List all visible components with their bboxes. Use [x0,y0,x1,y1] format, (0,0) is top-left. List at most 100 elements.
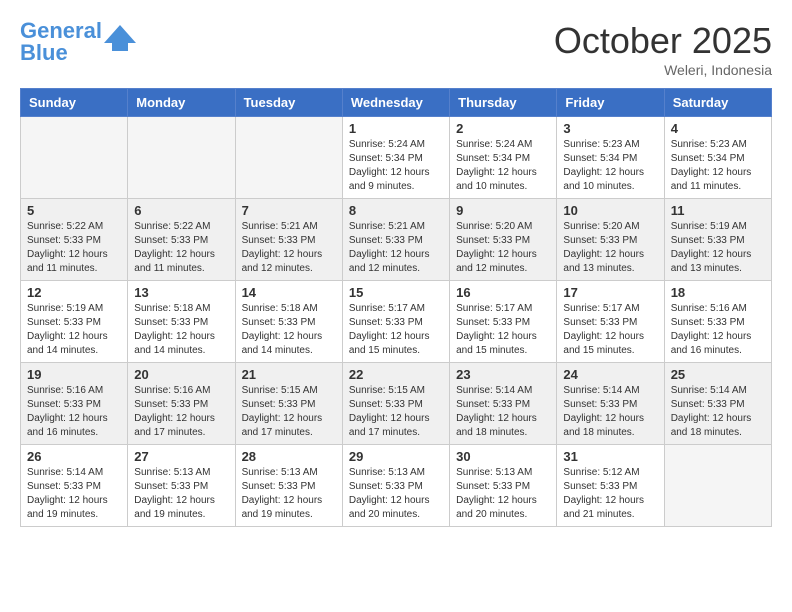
day-info: Sunrise: 5:14 AM Sunset: 5:33 PM Dayligh… [563,384,657,440]
day-number: 17 [563,285,657,300]
day-info: Sunrise: 5:22 AM Sunset: 5:33 PM Dayligh… [134,220,228,276]
day-number: 7 [242,203,336,218]
calendar-cell: 16Sunrise: 5:17 AM Sunset: 5:33 PM Dayli… [450,281,557,363]
day-number: 27 [134,449,228,464]
day-number: 20 [134,367,228,382]
day-info: Sunrise: 5:16 AM Sunset: 5:33 PM Dayligh… [671,302,765,358]
day-number: 6 [134,203,228,218]
day-info: Sunrise: 5:14 AM Sunset: 5:33 PM Dayligh… [671,384,765,440]
calendar-cell: 8 Sunrise: 5:21 AM Sunset: 5:33 PM Daylig… [342,199,449,281]
calendar-cell: 28Sunrise: 5:13 AM Sunset: 5:33 PM Dayli… [235,445,342,527]
calendar-cell: 10Sunrise: 5:20 AM Sunset: 5:33 PM Dayli… [557,199,664,281]
month-title: October 2025 [554,20,772,62]
calendar-cell: 21Sunrise: 5:15 AM Sunset: 5:33 PM Dayli… [235,363,342,445]
calendar-cell: 15 Sunrise: 5:17 AM Sunset: 5:33 PM Dayli… [342,281,449,363]
location: Weleri, Indonesia [554,62,772,78]
day-number: 2 [456,121,550,136]
calendar-cell: 5 Sunrise: 5:22 AM Sunset: 5:33 PM Daylig… [21,199,128,281]
day-number: 3 [563,121,657,136]
calendar-cell: 17 Sunrise: 5:17 AM Sunset: 5:33 PM Dayli… [557,281,664,363]
calendar-cell: 19 Sunrise: 5:16 AM Sunset: 5:33 PM Dayli… [21,363,128,445]
logo: GeneralBlue [20,20,136,64]
calendar-cell: 7 Sunrise: 5:21 AM Sunset: 5:33 PM Daylig… [235,199,342,281]
day-info: Sunrise: 5:13 AM Sunset: 5:33 PM Dayligh… [134,466,228,522]
calendar-cell: 9Sunrise: 5:20 AM Sunset: 5:33 PM Daylig… [450,199,557,281]
calendar-cell: 31 Sunrise: 5:12 AM Sunset: 5:33 PM Dayli… [557,445,664,527]
day-info: Sunrise: 5:16 AM Sunset: 5:33 PM Dayligh… [27,384,121,440]
logo-text: GeneralBlue [20,20,102,64]
day-info: Sunrise: 5:14 AM Sunset: 5:33 PM Dayligh… [456,384,550,440]
day-header-friday: Friday [557,89,664,117]
day-info: Sunrise: 5:18 AM Sunset: 5:33 PM Dayligh… [134,302,228,358]
day-info: Sunrise: 5:19 AM Sunset: 5:33 PM Dayligh… [27,302,121,358]
day-header-saturday: Saturday [664,89,771,117]
day-number: 15 [349,285,443,300]
calendar-cell: 1Sunrise: 5:24 AM Sunset: 5:34 PM Daylig… [342,117,449,199]
day-number: 12 [27,285,121,300]
day-number: 9 [456,203,550,218]
calendar-cell: 26 Sunrise: 5:14 AM Sunset: 5:33 PM Dayli… [21,445,128,527]
calendar-week-row: 1 Sunrise: 5:24 AM Sunset: 5:34 PM Daylig… [21,117,772,199]
calendar-cell [664,445,771,527]
calendar-cell [235,117,342,199]
day-info: Sunrise: 5:17 AM Sunset: 5:33 PM Dayligh… [563,302,657,358]
calendar-cell: 18 Sunrise: 5:16 AM Sunset: 5:33 PM Dayli… [664,281,771,363]
calendar-week-row: 26 Sunrise: 5:14 AM Sunset: 5:33 PM Dayli… [21,445,772,527]
day-number: 19 [27,367,121,382]
day-number: 4 [671,121,765,136]
calendar-table: SundayMondayTuesdayWednesdayThursdayFrid… [20,88,772,527]
calendar-cell: 3Sunrise: 5:23 AM Sunset: 5:34 PM Daylig… [557,117,664,199]
day-header-monday: Monday [128,89,235,117]
day-header-tuesday: Tuesday [235,89,342,117]
calendar-cell: 11 Sunrise: 5:19 AM Sunset: 5:33 PM Dayli… [664,199,771,281]
day-number: 22 [349,367,443,382]
day-number: 11 [671,203,765,218]
logo-icon [104,23,136,51]
calendar-cell: 13 Sunrise: 5:18 AM Sunset: 5:33 PM Dayli… [128,281,235,363]
calendar-cell: 29 Sunrise: 5:13 AM Sunset: 5:33 PM Dayli… [342,445,449,527]
day-number: 14 [242,285,336,300]
day-number: 1 [349,121,443,136]
day-info: Sunrise: 5:16 AM Sunset: 5:33 PM Dayligh… [134,384,228,440]
calendar-cell: 14Sunrise: 5:18 AM Sunset: 5:33 PM Dayli… [235,281,342,363]
day-header-sunday: Sunday [21,89,128,117]
day-header-thursday: Thursday [450,89,557,117]
day-number: 23 [456,367,550,382]
day-number: 13 [134,285,228,300]
calendar-cell: 6 Sunrise: 5:22 AM Sunset: 5:33 PM Daylig… [128,199,235,281]
day-info: Sunrise: 5:19 AM Sunset: 5:33 PM Dayligh… [671,220,765,276]
day-info: Sunrise: 5:21 AM Sunset: 5:33 PM Dayligh… [349,220,443,276]
day-number: 10 [563,203,657,218]
day-number: 26 [27,449,121,464]
day-number: 24 [563,367,657,382]
day-info: Sunrise: 5:12 AM Sunset: 5:33 PM Dayligh… [563,466,657,522]
calendar-cell: 24 Sunrise: 5:14 AM Sunset: 5:33 PM Dayli… [557,363,664,445]
day-number: 16 [456,285,550,300]
day-info: Sunrise: 5:21 AM Sunset: 5:33 PM Dayligh… [242,220,336,276]
calendar-cell [128,117,235,199]
day-info: Sunrise: 5:22 AM Sunset: 5:33 PM Dayligh… [27,220,121,276]
calendar-header-row: SundayMondayTuesdayWednesdayThursdayFrid… [21,89,772,117]
day-info: Sunrise: 5:15 AM Sunset: 5:33 PM Dayligh… [349,384,443,440]
calendar-cell: 4 Sunrise: 5:23 AM Sunset: 5:34 PM Daylig… [664,117,771,199]
day-info: Sunrise: 5:24 AM Sunset: 5:34 PM Dayligh… [456,138,550,194]
calendar-cell: 27 Sunrise: 5:13 AM Sunset: 5:33 PM Dayli… [128,445,235,527]
day-info: Sunrise: 5:17 AM Sunset: 5:33 PM Dayligh… [349,302,443,358]
day-number: 18 [671,285,765,300]
day-number: 28 [242,449,336,464]
day-number: 8 [349,203,443,218]
day-header-wednesday: Wednesday [342,89,449,117]
day-number: 21 [242,367,336,382]
day-number: 5 [27,203,121,218]
day-info: Sunrise: 5:13 AM Sunset: 5:33 PM Dayligh… [349,466,443,522]
day-info: Sunrise: 5:14 AM Sunset: 5:33 PM Dayligh… [27,466,121,522]
day-number: 25 [671,367,765,382]
day-info: Sunrise: 5:23 AM Sunset: 5:34 PM Dayligh… [671,138,765,194]
calendar-cell: 30Sunrise: 5:13 AM Sunset: 5:33 PM Dayli… [450,445,557,527]
calendar-cell: 22 Sunrise: 5:15 AM Sunset: 5:33 PM Dayli… [342,363,449,445]
calendar-week-row: 12 Sunrise: 5:19 AM Sunset: 5:33 PM Dayli… [21,281,772,363]
day-number: 29 [349,449,443,464]
day-number: 31 [563,449,657,464]
calendar-cell: 23 Sunrise: 5:14 AM Sunset: 5:33 PM Dayli… [450,363,557,445]
calendar-cell: 20 Sunrise: 5:16 AM Sunset: 5:33 PM Dayli… [128,363,235,445]
